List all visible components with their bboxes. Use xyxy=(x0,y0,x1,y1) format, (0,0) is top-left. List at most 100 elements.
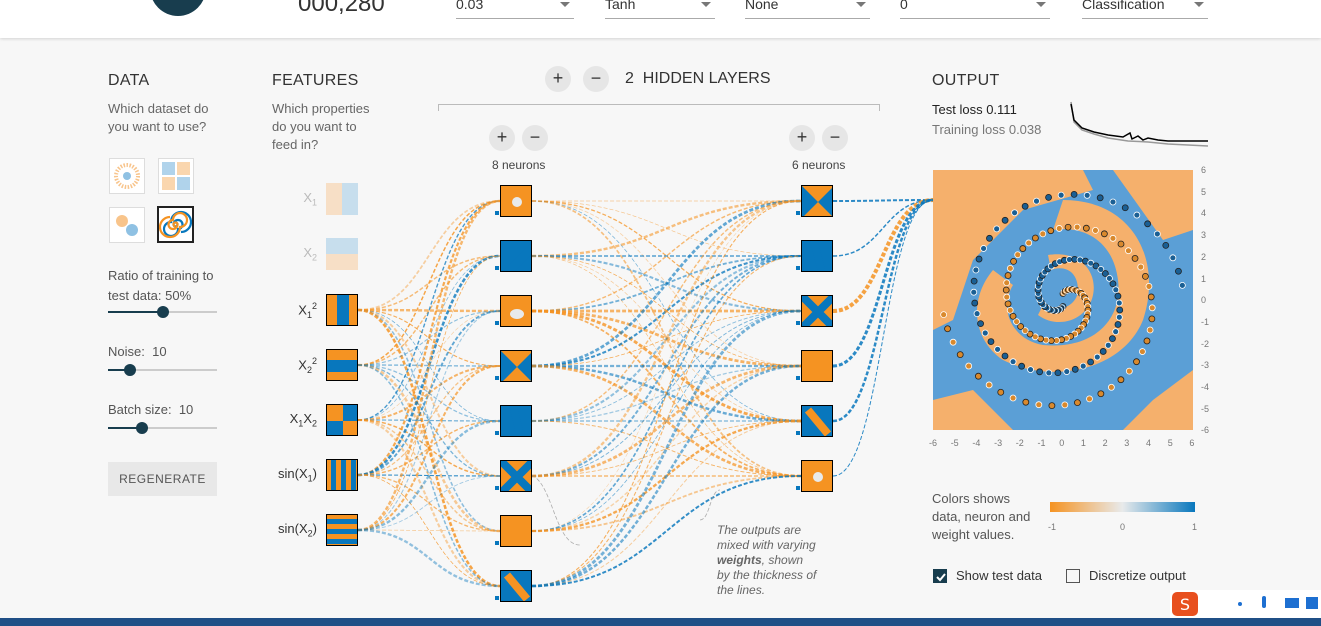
layer2-neuron[interactable] xyxy=(801,460,833,492)
learning-rate-select[interactable]: 0.03 xyxy=(456,0,574,19)
dataset-spiral[interactable] xyxy=(157,206,194,243)
layer2-neuron[interactable] xyxy=(801,295,833,327)
add-neuron-layer2-button[interactable]: + xyxy=(789,125,815,151)
remove-neuron-layer1-button[interactable]: − xyxy=(522,125,548,151)
feature-neuron[interactable] xyxy=(326,294,358,326)
regenerate-button[interactable]: REGENERATE xyxy=(108,462,217,496)
layer1-neuron[interactable] xyxy=(500,185,532,217)
layer1-neuron[interactable] xyxy=(500,570,532,602)
bias-indicator[interactable] xyxy=(495,211,499,215)
hidden-layers-title: 2 HIDDEN LAYERS xyxy=(625,70,771,88)
data-point xyxy=(980,245,987,252)
feature-neuron[interactable] xyxy=(326,349,358,381)
bias-indicator[interactable] xyxy=(495,431,499,435)
discretize-output-checkbox[interactable] xyxy=(1066,569,1080,583)
layer1-neuron[interactable] xyxy=(500,350,532,382)
layer2-neuron[interactable] xyxy=(801,240,833,272)
feature-label: X2 xyxy=(277,245,317,263)
feature-neuron[interactable] xyxy=(326,404,358,436)
data-point xyxy=(949,338,957,346)
weight-link xyxy=(531,254,802,368)
bias-indicator[interactable] xyxy=(796,321,800,325)
data-point xyxy=(1048,402,1056,410)
layer1-neuron[interactable] xyxy=(500,295,532,327)
feature-neuron[interactable] xyxy=(326,514,358,546)
data-point xyxy=(1009,312,1017,320)
dataset-gaussian[interactable] xyxy=(109,207,145,243)
regularization-rate-select[interactable]: 0 xyxy=(900,0,1050,19)
weight-link xyxy=(531,200,802,367)
data-point xyxy=(944,325,951,333)
bias-indicator[interactable] xyxy=(796,486,800,490)
problem-type-select[interactable]: Classification xyxy=(1082,0,1208,19)
remove-layer-button[interactable]: − xyxy=(583,66,609,92)
data-point xyxy=(1001,352,1009,360)
bias-indicator[interactable] xyxy=(796,431,800,435)
legend-tick-label: 0 xyxy=(1120,522,1126,532)
data-point xyxy=(1139,348,1146,355)
remove-neuron-layer2-button[interactable]: − xyxy=(822,125,848,151)
batch-size-slider-handle[interactable] xyxy=(135,422,148,434)
layer2-neuron[interactable] xyxy=(801,185,833,217)
data-point xyxy=(1092,227,1099,234)
bias-indicator[interactable] xyxy=(495,596,499,600)
bias-indicator[interactable] xyxy=(495,541,499,545)
neuron-heatmap xyxy=(802,351,832,381)
x-tick-label: 3 xyxy=(1124,438,1130,448)
data-point xyxy=(993,225,1001,233)
feature-neuron[interactable] xyxy=(326,459,358,491)
weight-link xyxy=(357,310,501,421)
y-tick-label: 4 xyxy=(1201,208,1207,219)
weight-link xyxy=(832,198,934,368)
bias-indicator[interactable] xyxy=(796,266,800,270)
feature-base: sin(X xyxy=(278,466,308,481)
add-layer-button[interactable]: + xyxy=(545,66,571,92)
color-legend-bar xyxy=(1050,502,1195,512)
ratio-slider-handle[interactable] xyxy=(156,306,169,318)
batch-size-label: Batch size: 10 xyxy=(108,402,193,417)
dataset-xor[interactable] xyxy=(158,158,194,194)
bias-indicator[interactable] xyxy=(796,376,800,380)
feature-neuron[interactable] xyxy=(326,238,358,270)
data-point xyxy=(1106,274,1113,282)
feature-neuron[interactable] xyxy=(326,183,358,215)
y-tick-label: -2 xyxy=(1201,338,1210,349)
weight-link xyxy=(357,365,501,476)
bias-indicator[interactable] xyxy=(495,321,499,325)
activation-select[interactable]: Tanh xyxy=(605,0,715,19)
add-neuron-layer1-button[interactable]: + xyxy=(489,125,515,151)
play-pause-button[interactable] xyxy=(150,0,206,16)
color-legend-text: Colors shows data, neuron and weight val… xyxy=(932,491,1031,542)
weight-link xyxy=(357,529,501,532)
ime-toolbar[interactable]: S xyxy=(1170,590,1321,618)
layer1-neuron[interactable] xyxy=(500,405,532,437)
bias-indicator[interactable] xyxy=(495,486,499,490)
batch-size-value: 10 xyxy=(178,402,194,417)
noise-slider-handle[interactable] xyxy=(123,364,136,376)
show-test-data-checkbox[interactable] xyxy=(933,569,947,583)
layer1-neuron[interactable] xyxy=(500,515,532,547)
bias-indicator[interactable] xyxy=(495,376,499,380)
weight-link xyxy=(531,364,802,478)
dataset-circle[interactable] xyxy=(109,158,145,194)
layer2-neuron[interactable] xyxy=(801,405,833,437)
layer1-neuron[interactable] xyxy=(500,460,532,492)
activation-value: Tanh xyxy=(605,0,636,12)
data-point xyxy=(1011,209,1019,217)
weights-callout: The outputs are mixed with varying weigh… xyxy=(717,523,817,598)
feature-label: X1 xyxy=(277,190,317,208)
layer1-neuron[interactable] xyxy=(500,240,532,272)
data-point xyxy=(1021,202,1029,210)
data-point xyxy=(1082,224,1090,232)
data-point xyxy=(1100,230,1108,238)
weight-link xyxy=(357,418,501,588)
neuron-heatmap xyxy=(802,461,832,491)
bias-indicator[interactable] xyxy=(495,266,499,270)
layer2-neuron[interactable] xyxy=(801,350,833,382)
data-point xyxy=(1073,223,1081,231)
data-point xyxy=(1003,279,1011,287)
feature-pattern xyxy=(326,238,358,270)
regularization-select[interactable]: None xyxy=(745,0,870,19)
bias-indicator[interactable] xyxy=(796,211,800,215)
features-question: Which properties do you want to feed in? xyxy=(272,101,370,152)
